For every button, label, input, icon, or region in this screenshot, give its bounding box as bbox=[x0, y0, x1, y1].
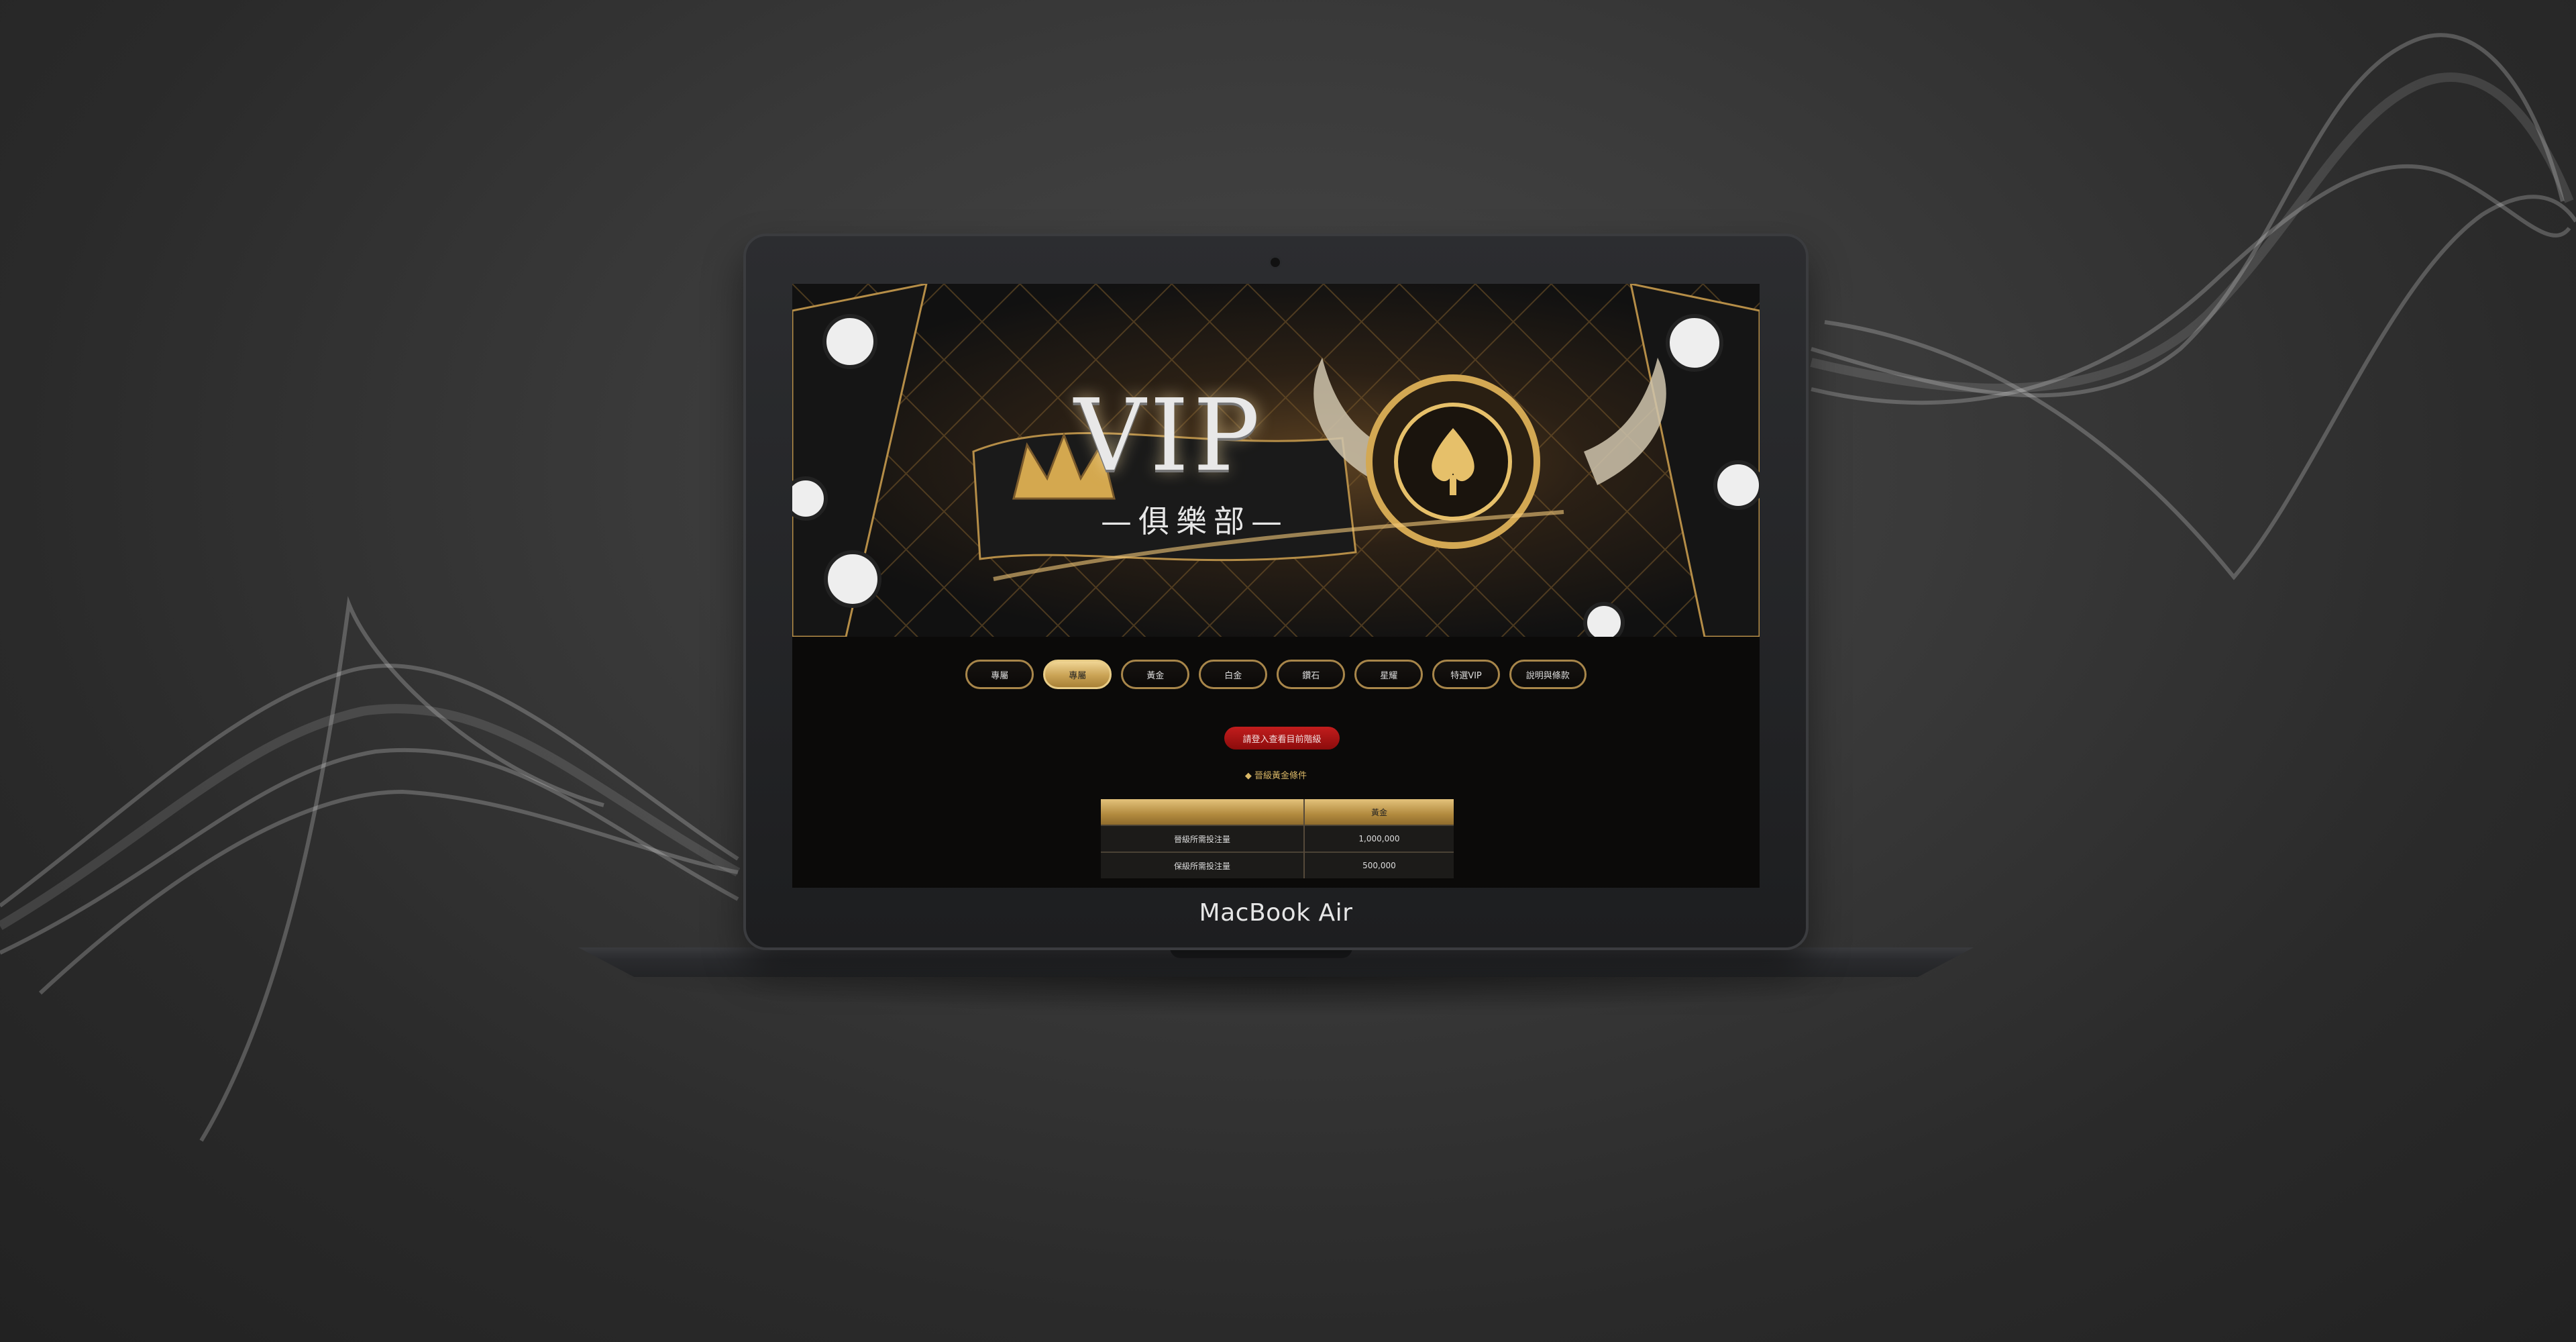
camera-icon bbox=[1271, 258, 1280, 267]
laptop-screen: VIP —俱樂部— 專屬 專屬 黃金 白金 鑽石 星耀 特選VIP 說明與條款 … bbox=[792, 284, 1760, 888]
tab-gold[interactable]: 黃金 bbox=[1121, 660, 1190, 689]
table-header-gold: 黃金 bbox=[1303, 799, 1454, 825]
tab-star[interactable]: 星耀 bbox=[1354, 660, 1424, 689]
table-row: 保級所需投注量 500,000 bbox=[1101, 851, 1454, 878]
tab-special-vip[interactable]: 特選VIP bbox=[1432, 660, 1500, 689]
device-brand: MacBook Air bbox=[1199, 899, 1353, 927]
level-tabs: 專屬 專屬 黃金 白金 鑽石 星耀 特選VIP 說明與條款 bbox=[792, 660, 1760, 689]
row-value: 500,000 bbox=[1303, 851, 1454, 878]
upgrade-condition-heading: ◆ 晉級黃金條件 bbox=[1244, 771, 1307, 781]
tab-platinum[interactable]: 白金 bbox=[1199, 660, 1268, 689]
laptop-shadow bbox=[604, 974, 1945, 1015]
row-label: 保級所需投注量 bbox=[1101, 851, 1304, 878]
login-view-level-button[interactable]: 請登入查看目前階級 bbox=[1224, 727, 1340, 750]
banner-subtitle: —俱樂部— bbox=[1101, 503, 1289, 539]
table-row: 晉級所需投注量 1,000,000 bbox=[1101, 825, 1454, 852]
tab-exclusive-active[interactable]: 專屬 bbox=[1043, 660, 1112, 689]
vip-banner: VIP —俱樂部— bbox=[792, 284, 1760, 637]
table-header-empty bbox=[1101, 799, 1304, 825]
level-requirements-table: 黃金 晉級所需投注量 1,000,000 保級所需投注量 500,000 bbox=[1101, 799, 1454, 878]
tab-terms[interactable]: 說明與條款 bbox=[1509, 660, 1587, 689]
banner-title: VIP bbox=[1074, 378, 1264, 493]
row-value: 1,000,000 bbox=[1303, 825, 1454, 852]
tab-diamond[interactable]: 鑽石 bbox=[1277, 660, 1346, 689]
table-header-row: 黃金 bbox=[1101, 799, 1454, 825]
row-label: 晉級所需投注量 bbox=[1101, 825, 1304, 852]
tab-exclusive[interactable]: 專屬 bbox=[965, 660, 1034, 689]
